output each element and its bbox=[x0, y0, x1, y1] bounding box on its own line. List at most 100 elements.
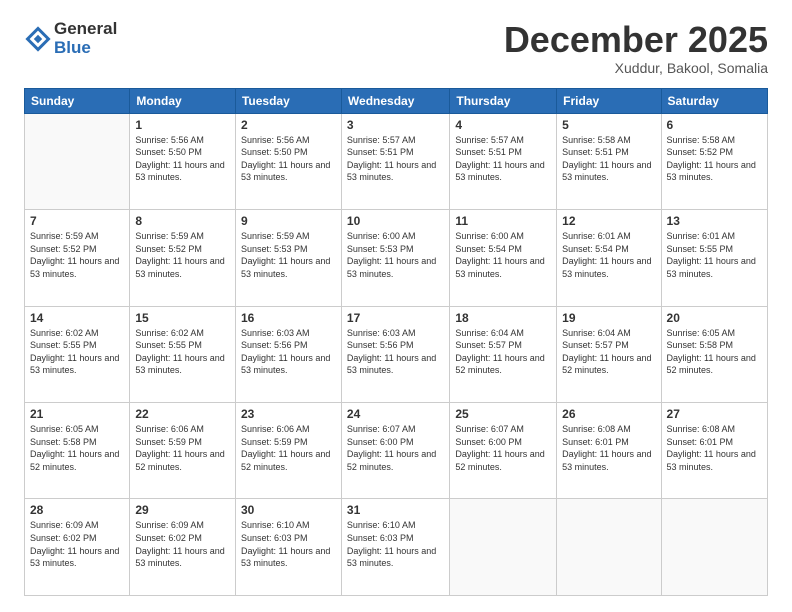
day-number: 2 bbox=[241, 118, 336, 132]
day-number: 11 bbox=[455, 214, 551, 228]
day-number: 16 bbox=[241, 311, 336, 325]
day-number: 21 bbox=[30, 407, 124, 421]
day-number: 8 bbox=[135, 214, 230, 228]
day-info: Sunrise: 6:07 AM Sunset: 6:00 PM Dayligh… bbox=[455, 423, 551, 473]
calendar-day-cell: 5Sunrise: 5:58 AM Sunset: 5:51 PM Daylig… bbox=[557, 113, 661, 209]
calendar-day-cell: 1Sunrise: 5:56 AM Sunset: 5:50 PM Daylig… bbox=[130, 113, 236, 209]
calendar-day-cell: 14Sunrise: 6:02 AM Sunset: 5:55 PM Dayli… bbox=[25, 306, 130, 402]
day-number: 27 bbox=[667, 407, 762, 421]
day-of-week-header: Saturday bbox=[661, 88, 767, 113]
calendar-day-cell bbox=[557, 499, 661, 596]
day-info: Sunrise: 6:02 AM Sunset: 5:55 PM Dayligh… bbox=[135, 327, 230, 377]
calendar-day-cell: 16 Sunrise: 6:03 AM Sunset: 5:56 PM Dayli… bbox=[235, 306, 341, 402]
calendar-day-cell bbox=[450, 499, 557, 596]
day-info: Sunrise: 5:58 AM Sunset: 5:52 PM Dayligh… bbox=[667, 134, 762, 184]
calendar-day-cell bbox=[25, 113, 130, 209]
day-info: Sunrise: 5:57 AM Sunset: 5:51 PM Dayligh… bbox=[455, 134, 551, 184]
day-number: 20 bbox=[667, 311, 762, 325]
day-info: Sunrise: 5:56 AM Sunset: 5:50 PM Dayligh… bbox=[135, 134, 230, 184]
calendar-day-cell: 3 Sunrise: 5:57 AM Sunset: 5:51 PM Daylig… bbox=[341, 113, 449, 209]
logo-text: General Blue bbox=[54, 20, 117, 57]
calendar-day-cell: 9 Sunrise: 5:59 AM Sunset: 5:53 PM Daylig… bbox=[235, 210, 341, 306]
day-number: 30 bbox=[241, 503, 336, 517]
day-number: 18 bbox=[455, 311, 551, 325]
day-info: Sunrise: 6:00 AM Sunset: 5:54 PM Dayligh… bbox=[455, 230, 551, 280]
day-info: Sunrise: 6:03 AM Sunset: 5:56 PM Dayligh… bbox=[241, 327, 336, 377]
day-number: 26 bbox=[562, 407, 655, 421]
day-info: Sunrise: 6:03 AM Sunset: 5:56 PM Dayligh… bbox=[347, 327, 444, 377]
day-header-row: SundayMondayTuesdayWednesdayThursdayFrid… bbox=[25, 88, 768, 113]
day-number: 25 bbox=[455, 407, 551, 421]
calendar-day-cell: 22Sunrise: 6:06 AM Sunset: 5:59 PM Dayli… bbox=[130, 403, 236, 499]
day-number: 19 bbox=[562, 311, 655, 325]
day-number: 24 bbox=[347, 407, 444, 421]
day-info: Sunrise: 6:04 AM Sunset: 5:57 PM Dayligh… bbox=[562, 327, 655, 377]
calendar-week-row: 21 Sunrise: 6:05 AM Sunset: 5:58 PM Dayli… bbox=[25, 403, 768, 499]
calendar-day-cell: 29Sunrise: 6:09 AM Sunset: 6:02 PM Dayli… bbox=[130, 499, 236, 596]
day-info: Sunrise: 6:06 AM Sunset: 5:59 PM Dayligh… bbox=[135, 423, 230, 473]
day-number: 9 bbox=[241, 214, 336, 228]
calendar-day-cell: 23Sunrise: 6:06 AM Sunset: 5:59 PM Dayli… bbox=[235, 403, 341, 499]
calendar-day-cell: 25 Sunrise: 6:07 AM Sunset: 6:00 PM Dayli… bbox=[450, 403, 557, 499]
calendar-day-cell: 12Sunrise: 6:01 AM Sunset: 5:54 PM Dayli… bbox=[557, 210, 661, 306]
day-info: Sunrise: 5:59 AM Sunset: 5:53 PM Dayligh… bbox=[241, 230, 336, 280]
day-number: 31 bbox=[347, 503, 444, 517]
calendar-week-row: 28Sunrise: 6:09 AM Sunset: 6:02 PM Dayli… bbox=[25, 499, 768, 596]
logo-blue-text: Blue bbox=[54, 39, 117, 58]
day-info: Sunrise: 6:08 AM Sunset: 6:01 PM Dayligh… bbox=[562, 423, 655, 473]
logo: General Blue bbox=[24, 20, 117, 57]
calendar-body: 1Sunrise: 5:56 AM Sunset: 5:50 PM Daylig… bbox=[25, 113, 768, 595]
title-block: December 2025 Xuddur, Bakool, Somalia bbox=[504, 20, 768, 76]
day-info: Sunrise: 6:08 AM Sunset: 6:01 PM Dayligh… bbox=[667, 423, 762, 473]
day-number: 29 bbox=[135, 503, 230, 517]
day-number: 13 bbox=[667, 214, 762, 228]
day-info: Sunrise: 6:05 AM Sunset: 5:58 PM Dayligh… bbox=[30, 423, 124, 473]
day-info: Sunrise: 5:59 AM Sunset: 5:52 PM Dayligh… bbox=[30, 230, 124, 280]
day-info: Sunrise: 6:02 AM Sunset: 5:55 PM Dayligh… bbox=[30, 327, 124, 377]
day-info: Sunrise: 6:10 AM Sunset: 6:03 PM Dayligh… bbox=[241, 519, 336, 569]
day-info: Sunrise: 6:07 AM Sunset: 6:00 PM Dayligh… bbox=[347, 423, 444, 473]
day-of-week-header: Thursday bbox=[450, 88, 557, 113]
day-info: Sunrise: 6:05 AM Sunset: 5:58 PM Dayligh… bbox=[667, 327, 762, 377]
day-info: Sunrise: 6:10 AM Sunset: 6:03 PM Dayligh… bbox=[347, 519, 444, 569]
calendar-day-cell: 28Sunrise: 6:09 AM Sunset: 6:02 PM Dayli… bbox=[25, 499, 130, 596]
day-info: Sunrise: 5:57 AM Sunset: 5:51 PM Dayligh… bbox=[347, 134, 444, 184]
calendar-day-cell bbox=[661, 499, 767, 596]
calendar-table: SundayMondayTuesdayWednesdayThursdayFrid… bbox=[24, 88, 768, 596]
calendar-day-cell: 7Sunrise: 5:59 AM Sunset: 5:52 PM Daylig… bbox=[25, 210, 130, 306]
day-number: 28 bbox=[30, 503, 124, 517]
day-number: 3 bbox=[347, 118, 444, 132]
day-of-week-header: Monday bbox=[130, 88, 236, 113]
logo-icon bbox=[24, 25, 52, 53]
calendar-header: SundayMondayTuesdayWednesdayThursdayFrid… bbox=[25, 88, 768, 113]
day-number: 17 bbox=[347, 311, 444, 325]
calendar-week-row: 1Sunrise: 5:56 AM Sunset: 5:50 PM Daylig… bbox=[25, 113, 768, 209]
day-number: 6 bbox=[667, 118, 762, 132]
calendar-week-row: 14Sunrise: 6:02 AM Sunset: 5:55 PM Dayli… bbox=[25, 306, 768, 402]
calendar-day-cell: 10 Sunrise: 6:00 AM Sunset: 5:53 PM Dayli… bbox=[341, 210, 449, 306]
day-of-week-header: Friday bbox=[557, 88, 661, 113]
logo-general-text: General bbox=[54, 20, 117, 39]
calendar-day-cell: 4 Sunrise: 5:57 AM Sunset: 5:51 PM Daylig… bbox=[450, 113, 557, 209]
calendar-week-row: 7Sunrise: 5:59 AM Sunset: 5:52 PM Daylig… bbox=[25, 210, 768, 306]
day-of-week-header: Sunday bbox=[25, 88, 130, 113]
day-info: Sunrise: 6:01 AM Sunset: 5:55 PM Dayligh… bbox=[667, 230, 762, 280]
day-number: 15 bbox=[135, 311, 230, 325]
calendar-day-cell: 27 Sunrise: 6:08 AM Sunset: 6:01 PM Dayli… bbox=[661, 403, 767, 499]
day-of-week-header: Wednesday bbox=[341, 88, 449, 113]
calendar-day-cell: 15 Sunrise: 6:02 AM Sunset: 5:55 PM Dayli… bbox=[130, 306, 236, 402]
day-info: Sunrise: 6:00 AM Sunset: 5:53 PM Dayligh… bbox=[347, 230, 444, 280]
calendar-day-cell: 31 Sunrise: 6:10 AM Sunset: 6:03 PM Dayli… bbox=[341, 499, 449, 596]
calendar-day-cell: 30 Sunrise: 6:10 AM Sunset: 6:03 PM Dayli… bbox=[235, 499, 341, 596]
day-number: 23 bbox=[241, 407, 336, 421]
day-number: 10 bbox=[347, 214, 444, 228]
day-info: Sunrise: 5:58 AM Sunset: 5:51 PM Dayligh… bbox=[562, 134, 655, 184]
day-number: 4 bbox=[455, 118, 551, 132]
day-info: Sunrise: 5:56 AM Sunset: 5:50 PM Dayligh… bbox=[241, 134, 336, 184]
calendar-day-cell: 26 Sunrise: 6:08 AM Sunset: 6:01 PM Dayli… bbox=[557, 403, 661, 499]
month-title: December 2025 bbox=[504, 20, 768, 60]
calendar-day-cell: 21 Sunrise: 6:05 AM Sunset: 5:58 PM Dayli… bbox=[25, 403, 130, 499]
calendar-day-cell: 8Sunrise: 5:59 AM Sunset: 5:52 PM Daylig… bbox=[130, 210, 236, 306]
calendar-day-cell: 2 Sunrise: 5:56 AM Sunset: 5:50 PM Daylig… bbox=[235, 113, 341, 209]
day-of-week-header: Tuesday bbox=[235, 88, 341, 113]
